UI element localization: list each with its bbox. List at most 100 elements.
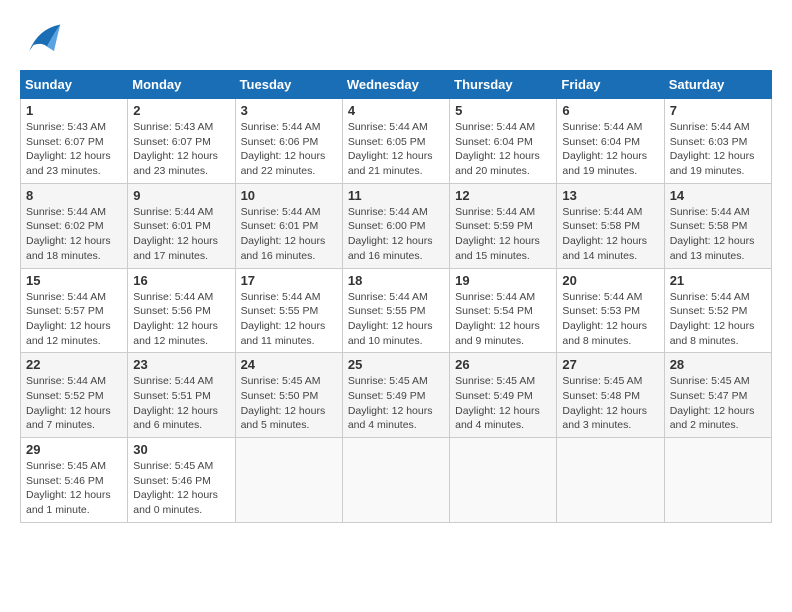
calendar-cell: 9 Sunrise: 5:44 AM Sunset: 6:01 PM Daylig…: [128, 183, 235, 268]
day-number: 26: [455, 357, 551, 372]
day-detail: Sunrise: 5:45 AM Sunset: 5:49 PM Dayligh…: [348, 374, 444, 433]
calendar-cell: [557, 438, 664, 523]
day-number: 2: [133, 103, 229, 118]
day-number: 16: [133, 273, 229, 288]
day-detail: Sunrise: 5:45 AM Sunset: 5:49 PM Dayligh…: [455, 374, 551, 433]
calendar-day-header: Wednesday: [342, 71, 449, 99]
day-number: 1: [26, 103, 122, 118]
day-number: 29: [26, 442, 122, 457]
day-detail: Sunrise: 5:44 AM Sunset: 5:53 PM Dayligh…: [562, 290, 658, 349]
calendar-cell: 16 Sunrise: 5:44 AM Sunset: 5:56 PM Dayli…: [128, 268, 235, 353]
calendar-cell: 18 Sunrise: 5:44 AM Sunset: 5:55 PM Dayli…: [342, 268, 449, 353]
day-number: 9: [133, 188, 229, 203]
day-number: 27: [562, 357, 658, 372]
day-detail: Sunrise: 5:45 AM Sunset: 5:48 PM Dayligh…: [562, 374, 658, 433]
calendar-header-row: SundayMondayTuesdayWednesdayThursdayFrid…: [21, 71, 772, 99]
calendar-cell: 17 Sunrise: 5:44 AM Sunset: 5:55 PM Dayli…: [235, 268, 342, 353]
day-detail: Sunrise: 5:44 AM Sunset: 5:59 PM Dayligh…: [455, 205, 551, 264]
day-detail: Sunrise: 5:44 AM Sunset: 6:01 PM Dayligh…: [241, 205, 337, 264]
calendar-week-row: 8 Sunrise: 5:44 AM Sunset: 6:02 PM Daylig…: [21, 183, 772, 268]
day-detail: Sunrise: 5:44 AM Sunset: 5:58 PM Dayligh…: [562, 205, 658, 264]
calendar-cell: 12 Sunrise: 5:44 AM Sunset: 5:59 PM Dayli…: [450, 183, 557, 268]
day-detail: Sunrise: 5:44 AM Sunset: 6:03 PM Dayligh…: [670, 120, 766, 179]
day-number: 13: [562, 188, 658, 203]
day-number: 4: [348, 103, 444, 118]
day-number: 12: [455, 188, 551, 203]
day-number: 19: [455, 273, 551, 288]
calendar-day-header: Friday: [557, 71, 664, 99]
calendar-cell: 30 Sunrise: 5:45 AM Sunset: 5:46 PM Dayli…: [128, 438, 235, 523]
calendar-day-header: Saturday: [664, 71, 771, 99]
day-number: 8: [26, 188, 122, 203]
day-number: 11: [348, 188, 444, 203]
day-detail: Sunrise: 5:45 AM Sunset: 5:46 PM Dayligh…: [133, 459, 229, 518]
day-number: 7: [670, 103, 766, 118]
day-detail: Sunrise: 5:44 AM Sunset: 5:56 PM Dayligh…: [133, 290, 229, 349]
day-number: 18: [348, 273, 444, 288]
calendar-week-row: 29 Sunrise: 5:45 AM Sunset: 5:46 PM Dayli…: [21, 438, 772, 523]
calendar-week-row: 15Sunrise: 5:44 AM Sunset: 5:57 PM Dayli…: [21, 268, 772, 353]
calendar-cell: 20 Sunrise: 5:44 AM Sunset: 5:53 PM Dayli…: [557, 268, 664, 353]
day-detail: Sunrise: 5:43 AM Sunset: 6:07 PM Dayligh…: [133, 120, 229, 179]
calendar-cell: 26 Sunrise: 5:45 AM Sunset: 5:49 PM Dayli…: [450, 353, 557, 438]
calendar-cell: [235, 438, 342, 523]
day-detail: Sunrise: 5:44 AM Sunset: 5:55 PM Dayligh…: [241, 290, 337, 349]
calendar-cell: 29 Sunrise: 5:45 AM Sunset: 5:46 PM Dayli…: [21, 438, 128, 523]
calendar-cell: 25 Sunrise: 5:45 AM Sunset: 5:49 PM Dayli…: [342, 353, 449, 438]
day-detail: Sunrise: 5:44 AM Sunset: 6:00 PM Dayligh…: [348, 205, 444, 264]
calendar-day-header: Tuesday: [235, 71, 342, 99]
day-detail: Sunrise: 5:43 AM Sunset: 6:07 PM Dayligh…: [26, 120, 122, 179]
day-detail: Sunrise: 5:44 AM Sunset: 6:02 PM Dayligh…: [26, 205, 122, 264]
page-header: [20, 20, 772, 60]
day-detail: Sunrise: 5:45 AM Sunset: 5:47 PM Dayligh…: [670, 374, 766, 433]
day-number: 21: [670, 273, 766, 288]
calendar-cell: [664, 438, 771, 523]
logo: [20, 20, 69, 60]
day-detail: Sunrise: 5:44 AM Sunset: 6:04 PM Dayligh…: [562, 120, 658, 179]
calendar-cell: 23Sunrise: 5:44 AM Sunset: 5:51 PM Dayli…: [128, 353, 235, 438]
day-number: 22: [26, 357, 122, 372]
calendar-cell: 5Sunrise: 5:44 AM Sunset: 6:04 PM Daylig…: [450, 99, 557, 184]
calendar-cell: 2 Sunrise: 5:43 AM Sunset: 6:07 PM Daylig…: [128, 99, 235, 184]
calendar-cell: 4 Sunrise: 5:44 AM Sunset: 6:05 PM Daylig…: [342, 99, 449, 184]
day-number: 6: [562, 103, 658, 118]
calendar-day-header: Thursday: [450, 71, 557, 99]
day-detail: Sunrise: 5:44 AM Sunset: 5:58 PM Dayligh…: [670, 205, 766, 264]
calendar-cell: [450, 438, 557, 523]
day-detail: Sunrise: 5:44 AM Sunset: 5:52 PM Dayligh…: [26, 374, 122, 433]
calendar-cell: 13 Sunrise: 5:44 AM Sunset: 5:58 PM Dayli…: [557, 183, 664, 268]
day-number: 25: [348, 357, 444, 372]
calendar-week-row: 1 Sunrise: 5:43 AM Sunset: 6:07 PM Daylig…: [21, 99, 772, 184]
day-number: 30: [133, 442, 229, 457]
day-detail: Sunrise: 5:44 AM Sunset: 6:05 PM Dayligh…: [348, 120, 444, 179]
calendar-cell: 7 Sunrise: 5:44 AM Sunset: 6:03 PM Daylig…: [664, 99, 771, 184]
day-detail: Sunrise: 5:44 AM Sunset: 6:01 PM Dayligh…: [133, 205, 229, 264]
day-detail: Sunrise: 5:45 AM Sunset: 5:46 PM Dayligh…: [26, 459, 122, 518]
calendar-cell: 10 Sunrise: 5:44 AM Sunset: 6:01 PM Dayli…: [235, 183, 342, 268]
calendar-cell: 15Sunrise: 5:44 AM Sunset: 5:57 PM Dayli…: [21, 268, 128, 353]
calendar-cell: 6 Sunrise: 5:44 AM Sunset: 6:04 PM Daylig…: [557, 99, 664, 184]
day-detail: Sunrise: 5:45 AM Sunset: 5:50 PM Dayligh…: [241, 374, 337, 433]
calendar-cell: 27 Sunrise: 5:45 AM Sunset: 5:48 PM Dayli…: [557, 353, 664, 438]
calendar-cell: 11 Sunrise: 5:44 AM Sunset: 6:00 PM Dayli…: [342, 183, 449, 268]
day-number: 5: [455, 103, 551, 118]
day-number: 14: [670, 188, 766, 203]
calendar-cell: 24 Sunrise: 5:45 AM Sunset: 5:50 PM Dayli…: [235, 353, 342, 438]
day-number: 10: [241, 188, 337, 203]
calendar-cell: 28Sunrise: 5:45 AM Sunset: 5:47 PM Dayli…: [664, 353, 771, 438]
calendar-cell: 8 Sunrise: 5:44 AM Sunset: 6:02 PM Daylig…: [21, 183, 128, 268]
day-detail: Sunrise: 5:44 AM Sunset: 5:51 PM Dayligh…: [133, 374, 229, 433]
calendar-table: SundayMondayTuesdayWednesdayThursdayFrid…: [20, 70, 772, 523]
day-detail: Sunrise: 5:44 AM Sunset: 5:54 PM Dayligh…: [455, 290, 551, 349]
day-detail: Sunrise: 5:44 AM Sunset: 5:55 PM Dayligh…: [348, 290, 444, 349]
day-number: 20: [562, 273, 658, 288]
calendar-cell: 21Sunrise: 5:44 AM Sunset: 5:52 PM Dayli…: [664, 268, 771, 353]
day-number: 17: [241, 273, 337, 288]
calendar-cell: 14 Sunrise: 5:44 AM Sunset: 5:58 PM Dayli…: [664, 183, 771, 268]
calendar-week-row: 22 Sunrise: 5:44 AM Sunset: 5:52 PM Dayli…: [21, 353, 772, 438]
calendar-cell: 3Sunrise: 5:44 AM Sunset: 6:06 PM Daylig…: [235, 99, 342, 184]
calendar-cell: 1 Sunrise: 5:43 AM Sunset: 6:07 PM Daylig…: [21, 99, 128, 184]
day-number: 24: [241, 357, 337, 372]
logo-bird-icon: [20, 20, 65, 60]
day-detail: Sunrise: 5:44 AM Sunset: 6:06 PM Dayligh…: [241, 120, 337, 179]
